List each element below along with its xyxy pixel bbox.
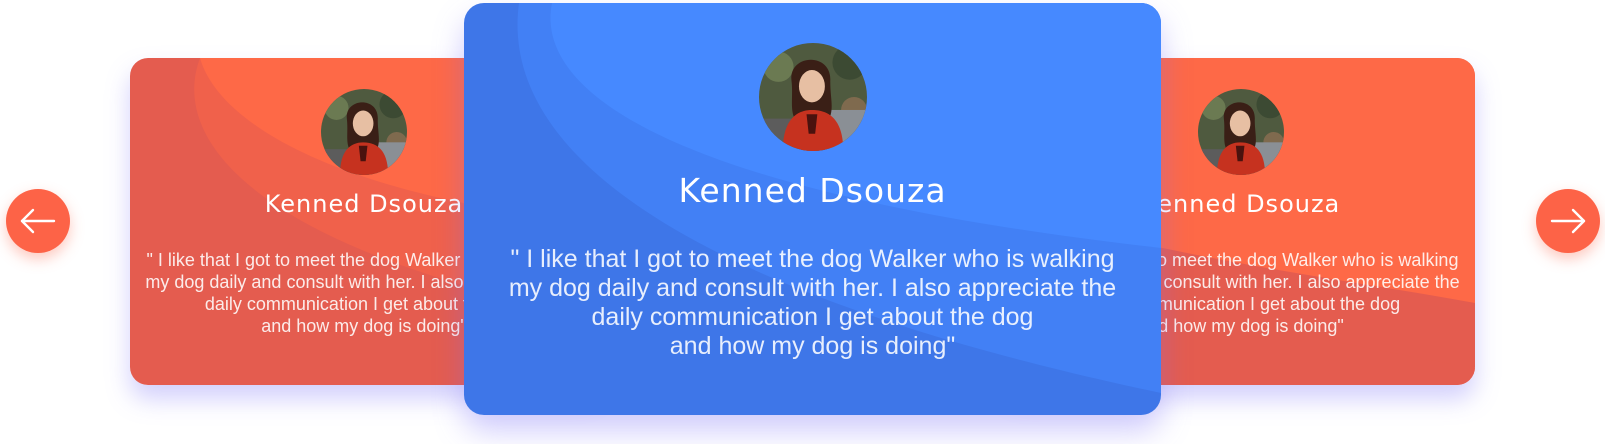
previous-slide-button[interactable] — [6, 189, 70, 253]
reviewer-name: Kenned Dsouza — [678, 171, 947, 210]
avatar — [321, 89, 407, 175]
arrow-right-icon — [1550, 208, 1586, 234]
testimonial-quote: " I like that I got to meet the dog Walk… — [508, 245, 1117, 360]
avatar — [1198, 89, 1284, 175]
testimonial-card-active[interactable]: Kenned Dsouza " I like that I got to mee… — [464, 3, 1161, 415]
arrow-left-icon — [20, 208, 56, 234]
next-slide-button[interactable] — [1536, 189, 1600, 253]
avatar — [758, 43, 867, 151]
